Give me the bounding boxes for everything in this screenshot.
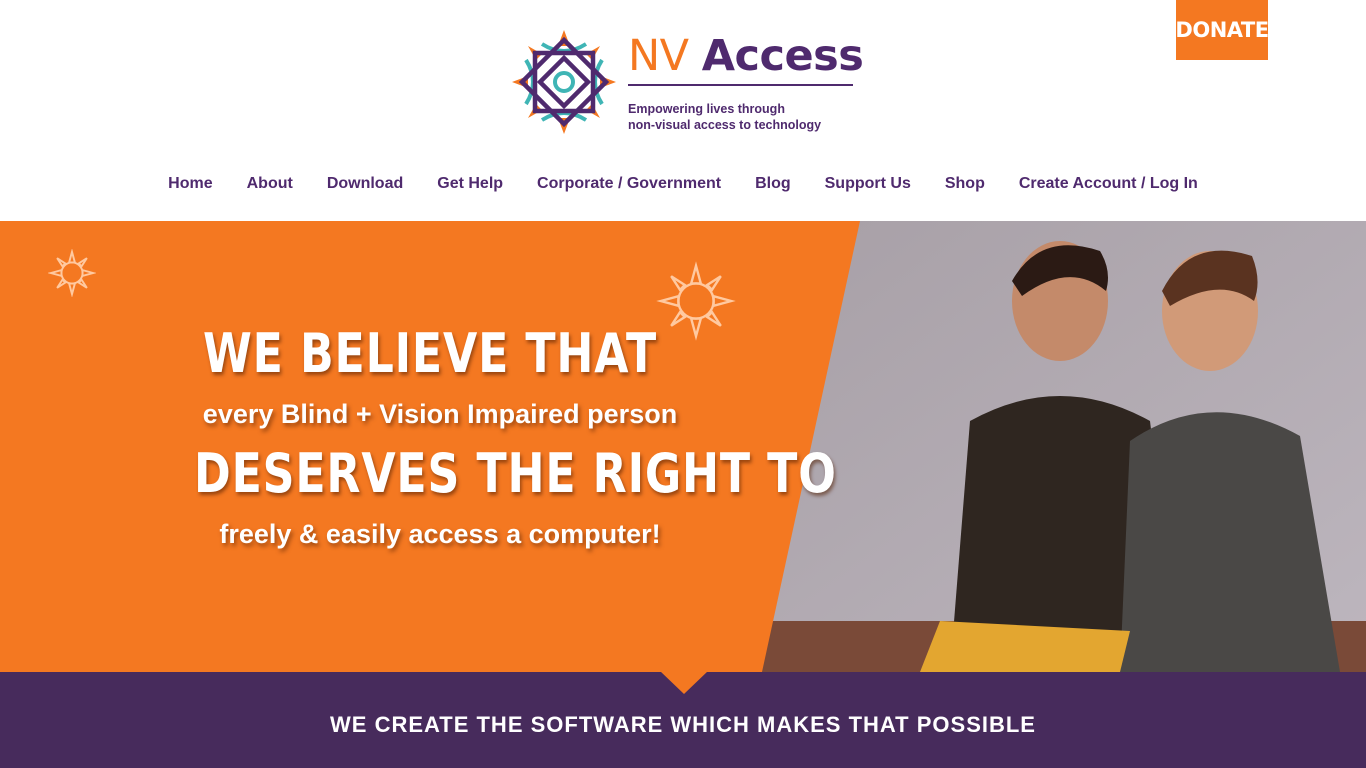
hero-banner: WE BELIEVE THAT every Blind + Vision Imp… — [0, 221, 1366, 672]
nav-link-shop[interactable]: Shop — [945, 170, 985, 198]
nav-item: Blog — [755, 170, 791, 200]
donate-button[interactable]: DONATE — [1175, 0, 1269, 60]
hero-line-4: freely & easily access a computer! — [219, 519, 661, 549]
site-header: NV Access Empowering lives through non-v… — [0, 0, 1366, 221]
logo-underline — [628, 84, 853, 86]
tagline-line-2: non-visual access to technology — [628, 118, 822, 132]
mission-band: WE CREATE THE SOFTWARE WHICH MAKES THAT … — [0, 671, 1366, 768]
nv-access-logo-icon — [512, 30, 616, 134]
sun-outline-icon — [48, 249, 96, 297]
logo-name-access: Access — [701, 31, 864, 81]
logo-name-nv: NV — [628, 31, 689, 81]
nav-link-about[interactable]: About — [247, 170, 293, 198]
nav-item: Download — [327, 170, 403, 200]
nav-item: Create Account / Log In — [1019, 170, 1198, 200]
nav-item: Corporate / Government — [537, 170, 721, 200]
nav-link-create-account-log-in[interactable]: Create Account / Log In — [1019, 170, 1198, 198]
logo-wordmark: NV Access — [628, 30, 864, 82]
nav-link-support-us[interactable]: Support Us — [825, 170, 911, 198]
hero-headline: WE BELIEVE THAT every Blind + Vision Imp… — [140, 321, 837, 561]
tagline-line-1: Empowering lives through — [628, 102, 785, 116]
nav-item: Shop — [945, 170, 985, 200]
hero-line-2: every Blind + Vision Impaired person — [202, 399, 678, 429]
nav-link-get-help[interactable]: Get Help — [437, 170, 503, 198]
logo-tagline: Empowering lives through non-visual acce… — [628, 101, 858, 133]
nav-link-corporate-government[interactable]: Corporate / Government — [537, 170, 721, 198]
nav-link-download[interactable]: Download — [327, 170, 403, 198]
band-notch — [660, 671, 708, 694]
nav-item: About — [247, 170, 293, 200]
nav-item: Support Us — [825, 170, 911, 200]
hero-line-3: DESERVES THE RIGHT TO — [194, 442, 837, 505]
mission-statement: WE CREATE THE SOFTWARE WHICH MAKES THAT … — [330, 712, 1036, 737]
nav-link-blog[interactable]: Blog — [755, 170, 791, 198]
hero-line-1: WE BELIEVE THAT — [203, 322, 657, 385]
logo-link[interactable]: NV Access Empowering lives through non-v… — [512, 30, 864, 140]
main-nav: Home About Download Get Help Corporate /… — [0, 170, 1366, 200]
nav-list: Home About Download Get Help Corporate /… — [168, 170, 1198, 200]
nav-item: Get Help — [437, 170, 503, 200]
nav-link-home[interactable]: Home — [168, 170, 212, 198]
nav-item: Home — [168, 170, 212, 200]
